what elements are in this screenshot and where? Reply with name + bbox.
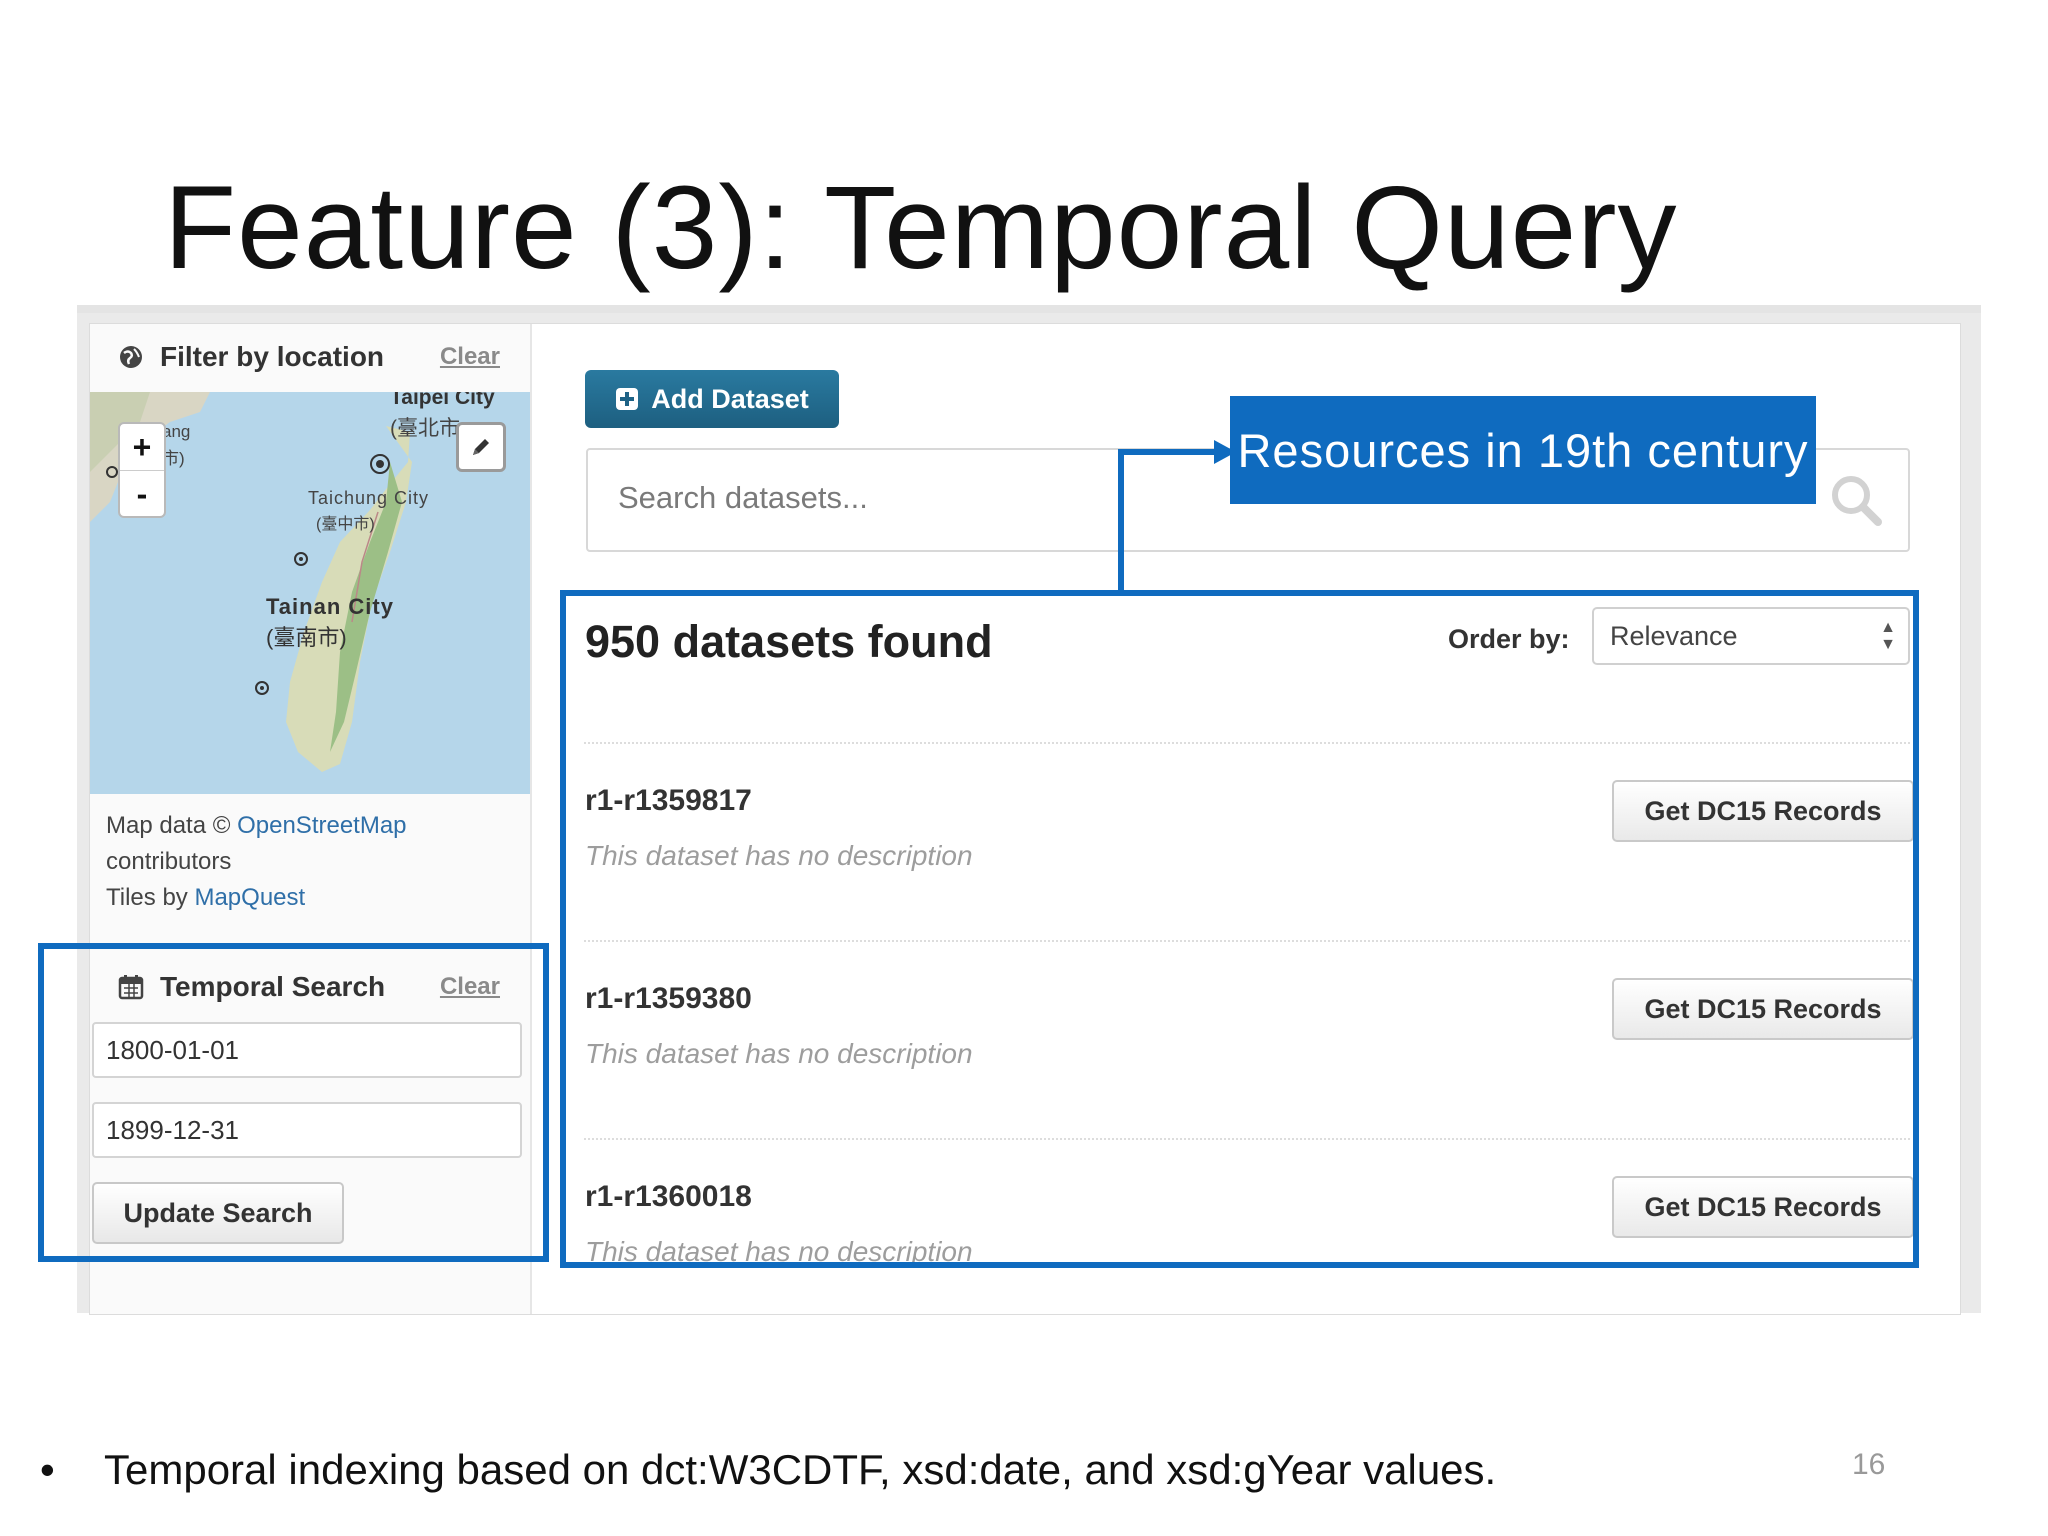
search-icon[interactable] [1828,472,1884,533]
search-placeholder: Search datasets... [618,480,868,515]
mapquest-link[interactable]: MapQuest [194,884,305,911]
map-label-taipei-zh: (臺北市 [390,417,460,440]
bullet-text: Temporal indexing based on dct:W3CDTF, x… [104,1446,1497,1493]
map-label-taipei: Taipei City [390,392,495,409]
zoom-out-button[interactable]: - [120,471,164,517]
bullet-marker: • [40,1446,55,1493]
globe-icon [118,344,144,370]
map-draw-button[interactable] [456,422,506,472]
callout-box: Resources in 19th century [1230,396,1816,504]
zoom-in-button[interactable]: + [120,424,164,471]
map-attribution: Map data © OpenStreetMap contributors Ti… [106,808,407,916]
page-number: 16 [1852,1448,1886,1481]
map-label-taichung: Taichung City [308,488,430,508]
attribution-contributors: contributors [106,848,232,875]
location-filter-title: Filter by location [160,341,385,372]
map-label-taichung-zh: (臺中市) [316,516,375,533]
map-label-tainan: Tainan City [266,594,394,619]
plus-square-icon [616,388,639,410]
location-clear-link[interactable]: Clear [440,343,500,371]
callout-arrow [1118,440,1236,596]
openstreetmap-link[interactable]: OpenStreetMap [237,812,406,839]
attribution-tiles: Tiles by [106,884,195,911]
location-filter-header: Filter by location Clear [90,324,530,390]
temporal-search-highlight [38,943,549,1262]
location-map[interactable]: Taipei City (臺北市 Taichung City (臺中市) Tai… [90,392,530,794]
slide-title: Feature (3): Temporal Query [164,162,1678,294]
results-highlight [560,590,1919,1268]
attribution-prefix: Map data © [106,812,238,839]
pencil-icon [473,439,489,455]
add-dataset-button[interactable]: Add Dataset [585,370,839,428]
map-label-tainan-zh: (臺南市) [266,625,347,650]
map-zoom-control: + - [118,422,166,518]
map-label-left-top: ang [162,422,191,441]
add-dataset-label: Add Dataset [651,383,809,414]
